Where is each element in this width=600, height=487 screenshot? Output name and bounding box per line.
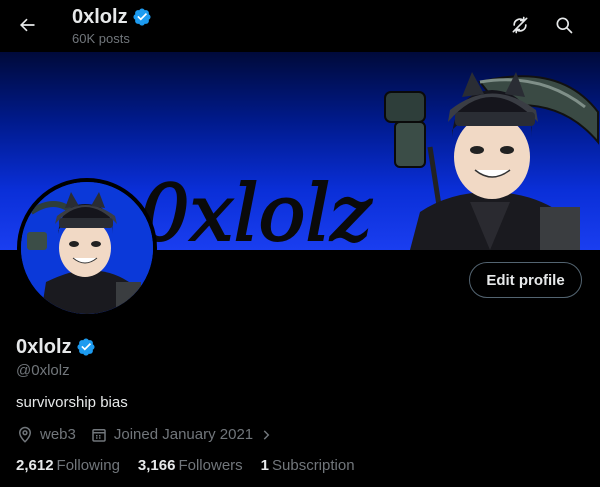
search-button[interactable] xyxy=(547,8,581,42)
header-name-row: 0xlolz xyxy=(72,4,152,30)
back-arrow-icon xyxy=(20,18,35,32)
back-button[interactable] xyxy=(10,8,44,42)
banner-wordmark: 0xlolz xyxy=(140,169,372,250)
post-count: 60K posts xyxy=(72,31,130,46)
joined-label: Joined January 2021 xyxy=(113,426,254,443)
follow-stats: 2,612 Following 3,166 Followers 1 Subscript… xyxy=(16,457,373,475)
following-count: 2,612 xyxy=(16,457,54,474)
followers-count: 3,166 xyxy=(137,457,176,474)
header-name: 0xlolz xyxy=(72,6,128,28)
joined-date[interactable]: Joined January 2021 xyxy=(90,426,273,444)
location: web3 xyxy=(16,426,76,444)
refresh-button[interactable] xyxy=(503,8,537,42)
header-titles: 0xlolz 60K posts xyxy=(72,4,152,47)
avatar[interactable] xyxy=(17,178,157,318)
search-icon xyxy=(556,17,573,34)
subscription-label: Subscription xyxy=(272,457,355,474)
avatar-image xyxy=(21,182,153,314)
followers-label: Followers xyxy=(178,457,243,474)
verified-icon[interactable] xyxy=(76,337,96,357)
profile-meta: web3 Joined January 2021 xyxy=(16,426,287,444)
edit-profile-button[interactable]: Edit profile xyxy=(469,262,582,298)
chevron-right-icon xyxy=(263,430,270,440)
calendar-icon xyxy=(92,429,106,442)
subscriptions-link[interactable]: 1 Subscription xyxy=(261,457,355,475)
followers-link[interactable]: 3,166 Followers xyxy=(138,457,243,475)
display-name: 0xlolz xyxy=(16,336,72,358)
following-link[interactable]: 2,612 Following xyxy=(16,457,120,475)
handle: @0xlolz xyxy=(16,362,70,379)
refresh-icon xyxy=(512,16,528,34)
top-bar: 0xlolz 60K posts xyxy=(0,0,600,52)
verified-icon[interactable] xyxy=(132,7,152,27)
bio: survivorship bias xyxy=(16,394,128,411)
location-label: web3 xyxy=(40,426,76,443)
location-icon xyxy=(18,426,32,443)
following-label: Following xyxy=(56,457,120,474)
display-name-row: 0xlolz xyxy=(16,335,96,359)
subscription-count: 1 xyxy=(260,457,269,474)
